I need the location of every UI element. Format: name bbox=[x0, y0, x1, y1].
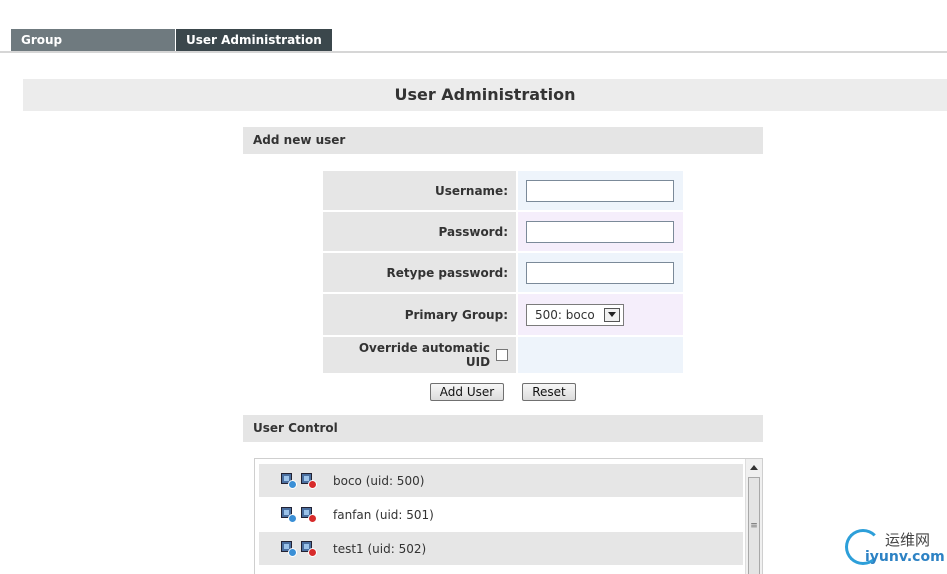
edit-user-icon[interactable] bbox=[281, 506, 297, 523]
primary-group-select[interactable]: 500: boco bbox=[526, 303, 624, 326]
list-item bbox=[259, 566, 743, 574]
user-label: test1 (uid: 502) bbox=[333, 541, 427, 556]
retype-password-cell bbox=[518, 253, 683, 292]
tab-group-administration[interactable]: Group Administration bbox=[11, 29, 175, 69]
watermark-cn: 运维网 bbox=[885, 531, 931, 549]
primary-group-row: Primary Group: 500: boco bbox=[323, 294, 683, 335]
tab-user-administration[interactable]: User Administration bbox=[176, 29, 332, 51]
username-label: Username: bbox=[323, 171, 516, 210]
add-user-form: Username: Password: Retype password: Pri… bbox=[323, 171, 683, 375]
delete-user-icon[interactable] bbox=[301, 506, 317, 523]
override-uid-label: Override automatic UID bbox=[358, 341, 491, 369]
delete-user-icon[interactable] bbox=[301, 540, 317, 557]
add-user-section-title: Add new user bbox=[243, 127, 763, 154]
user-actions bbox=[259, 506, 333, 523]
password-input[interactable] bbox=[526, 220, 674, 243]
edit-user-icon[interactable] bbox=[281, 540, 297, 557]
primary-group-cell: 500: boco bbox=[518, 294, 683, 335]
override-uid-label-cell: Override automatic UID bbox=[323, 337, 516, 373]
user-label: boco (uid: 500) bbox=[333, 473, 425, 488]
primary-group-label: Primary Group: bbox=[323, 294, 516, 335]
chevron-down-icon[interactable] bbox=[604, 307, 620, 322]
list-item: boco (uid: 500) bbox=[259, 464, 743, 497]
override-uid-checkbox[interactable] bbox=[496, 349, 508, 361]
add-user-button[interactable]: Add User bbox=[430, 383, 504, 401]
username-cell bbox=[518, 171, 683, 210]
user-actions bbox=[259, 540, 333, 557]
primary-group-selected-value: 500: boco bbox=[535, 307, 595, 322]
user-list-scrollbar[interactable]: ≡ bbox=[745, 459, 762, 574]
scroll-thumb[interactable]: ≡ bbox=[748, 477, 760, 574]
page-title: User Administration bbox=[23, 79, 947, 111]
tab-bar: Group Administration User Administration bbox=[11, 29, 332, 69]
reset-button[interactable]: Reset bbox=[522, 383, 576, 401]
tab-divider bbox=[0, 51, 947, 53]
password-cell bbox=[518, 212, 683, 251]
watermark-logo: 运维网 iyunv.com bbox=[843, 527, 947, 574]
retype-password-row: Retype password: bbox=[323, 253, 683, 292]
list-item: fanfan (uid: 501) bbox=[259, 498, 743, 531]
edit-user-icon[interactable] bbox=[281, 472, 297, 489]
override-uid-row: Override automatic UID bbox=[323, 337, 683, 373]
user-label: fanfan (uid: 501) bbox=[333, 507, 434, 522]
watermark-en: iyunv.com bbox=[865, 549, 945, 565]
username-row: Username: bbox=[323, 171, 683, 210]
user-actions bbox=[259, 472, 333, 489]
password-label: Password: bbox=[323, 212, 516, 251]
password-row: Password: bbox=[323, 212, 683, 251]
override-uid-cell bbox=[518, 337, 683, 373]
username-input[interactable] bbox=[526, 179, 674, 202]
scroll-up-icon[interactable] bbox=[746, 459, 762, 475]
retype-password-label: Retype password: bbox=[323, 253, 516, 292]
user-control-section-title: User Control bbox=[243, 415, 763, 442]
user-list: boco (uid: 500) fanfan (uid: 501) test1 … bbox=[254, 458, 763, 574]
list-item: test1 (uid: 502) bbox=[259, 532, 743, 565]
delete-user-icon[interactable] bbox=[301, 472, 317, 489]
retype-password-input[interactable] bbox=[526, 261, 674, 284]
